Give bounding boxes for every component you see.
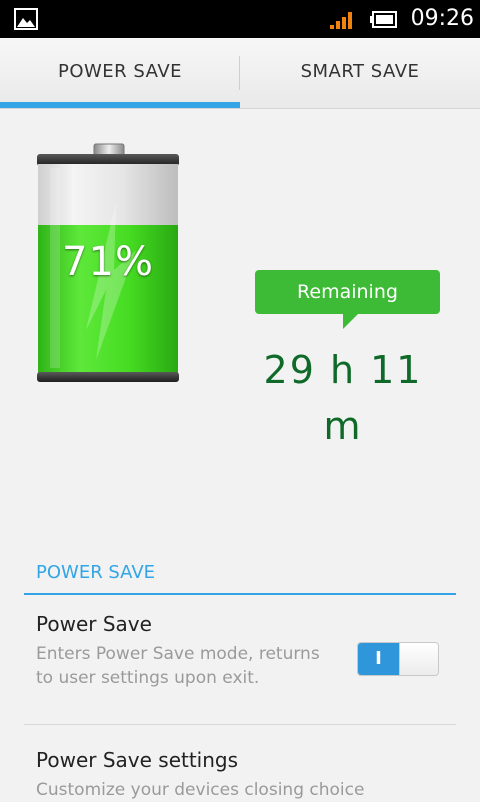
tab-smart-save[interactable]: SMART SAVE: [240, 38, 480, 108]
clock: 09:26: [410, 6, 474, 31]
section-divider: [24, 593, 456, 595]
item-description: Customize your devices closing choice: [36, 780, 365, 800]
tab-indicator: [0, 102, 240, 108]
item-title: Power Save settings: [36, 748, 239, 772]
item-description: Enters Power Save mode, returns to user …: [36, 644, 320, 688]
item-title: Power Save: [36, 612, 152, 636]
signal-icon: [330, 11, 354, 29]
tab-power-save[interactable]: POWER SAVE: [0, 38, 240, 108]
power-save-toggle[interactable]: I: [357, 642, 439, 676]
status-bar: 09:26: [0, 0, 480, 38]
section-title: POWER SAVE: [36, 562, 156, 583]
battery-icon: [370, 11, 398, 28]
image-notification-icon: [14, 8, 38, 30]
bubble-tail: [343, 313, 359, 329]
remaining-time: 29 h 11 m: [263, 348, 423, 448]
toggle-off-state: [399, 643, 438, 675]
battery-percentage: 71%: [62, 239, 154, 285]
list-divider: [24, 724, 456, 725]
toggle-on-state: I: [358, 643, 399, 675]
tab-bar: POWER SAVE SMART SAVE: [0, 38, 480, 109]
remaining-label: Remaining: [255, 270, 440, 314]
